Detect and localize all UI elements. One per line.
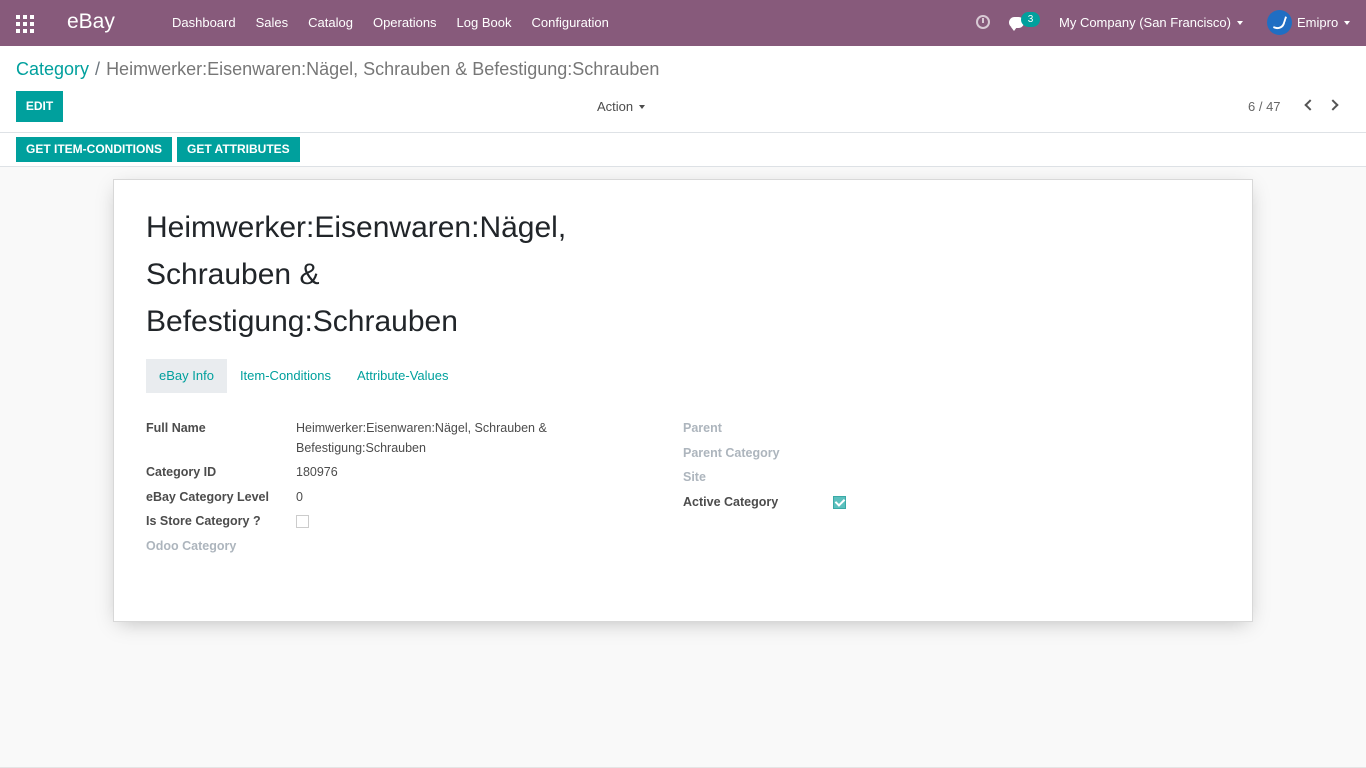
record-title-line: Schrauben & xyxy=(146,258,320,291)
user-menu[interactable]: Emipro xyxy=(1297,15,1351,30)
site-label: Site xyxy=(683,470,706,484)
main-menu: Dashboard Sales Catalog Operations Log B… xyxy=(162,0,619,46)
app-brand[interactable]: eBay xyxy=(67,10,115,34)
get-attributes-button[interactable]: GET ATTRIBUTES xyxy=(177,137,300,162)
pager-value[interactable]: 6 / 47 xyxy=(1248,99,1281,114)
full-name-line: Heimwerker:Eisenwaren:Nägel, Schrauben & xyxy=(296,421,547,435)
chat-count-badge: 3 xyxy=(1021,12,1040,27)
apps-grid-icon[interactable] xyxy=(16,15,34,33)
form-sheet: Heimwerker:Eisenwaren:Nägel, Schrauben &… xyxy=(113,179,1253,622)
menu-configuration[interactable]: Configuration xyxy=(521,0,618,46)
form-header-bar: GET ITEM-CONDITIONS GET ATTRIBUTES xyxy=(0,133,1366,167)
record-title-line: Befestigung:Schrauben xyxy=(146,305,458,338)
full-name-label: Full Name xyxy=(146,421,206,435)
category-id-label: Category ID xyxy=(146,465,217,479)
action-label: Action xyxy=(597,99,634,114)
pager-previous-button[interactable] xyxy=(1302,99,1316,113)
breadcrumb-separator: / xyxy=(95,59,101,79)
active-category-label: Active Category xyxy=(683,495,779,509)
ebay-category-level-value: 0 xyxy=(296,490,303,504)
breadcrumb: Category / Heimwerker:Eisenwaren:Nägel, Sc… xyxy=(16,59,659,80)
is-store-category-checkbox[interactable] xyxy=(296,515,309,528)
breadcrumb-category-link[interactable]: Category xyxy=(16,59,89,79)
odoo-category-label: Odoo Category xyxy=(146,539,237,553)
caret-down-icon xyxy=(1236,20,1243,25)
breadcrumb-current: Heimwerker:Eisenwaren:Nägel, Schrauben &… xyxy=(106,59,660,79)
menu-dashboard[interactable]: Dashboard xyxy=(162,0,246,46)
category-id-value: 180976 xyxy=(296,465,338,479)
user-name: Emipro xyxy=(1297,15,1339,30)
notebook-tabs: eBay Info Item-Conditions Attribute-Valu… xyxy=(146,359,462,393)
menu-catalog[interactable]: Catalog xyxy=(298,0,363,46)
chevron-left-icon xyxy=(1304,99,1316,111)
parent-category-label: Parent Category xyxy=(683,446,780,460)
control-panel: Category / Heimwerker:Eisenwaren:Nägel, Sc… xyxy=(0,46,1366,133)
active-category-checkbox[interactable] xyxy=(833,496,846,509)
pager-next-button[interactable] xyxy=(1327,99,1343,113)
menu-operations[interactable]: Operations xyxy=(363,0,447,46)
action-dropdown[interactable]: Action xyxy=(597,99,646,114)
company-switcher[interactable]: My Company (San Francisco) xyxy=(1059,15,1243,30)
get-item-conditions-button[interactable]: GET ITEM-CONDITIONS xyxy=(16,137,172,162)
caret-down-icon xyxy=(1344,20,1351,25)
caret-down-icon xyxy=(639,104,646,109)
company-name: My Company (San Francisco) xyxy=(1059,15,1231,30)
full-name-value: Heimwerker:Eisenwaren:Nägel, Schrauben &… xyxy=(296,418,596,458)
edit-button[interactable]: EDIT xyxy=(16,91,63,122)
chevron-right-icon xyxy=(1327,99,1339,111)
menu-log-book[interactable]: Log Book xyxy=(447,0,522,46)
top-navbar: eBay Dashboard Sales Catalog Operations … xyxy=(0,0,1366,46)
tab-ebay-info[interactable]: eBay Info xyxy=(146,359,227,393)
menu-sales[interactable]: Sales xyxy=(246,0,299,46)
full-name-line: Befestigung:Schrauben xyxy=(296,441,426,455)
record-title-line: Heimwerker:Eisenwaren:Nägel, xyxy=(146,211,567,244)
activity-clock-icon[interactable] xyxy=(976,15,990,29)
tab-item-conditions[interactable]: Item-Conditions xyxy=(227,359,344,393)
record-title: Heimwerker:Eisenwaren:Nägel, Schrauben &… xyxy=(146,204,606,345)
tab-attribute-values[interactable]: Attribute-Values xyxy=(344,359,462,393)
ebay-category-level-label: eBay Category Level xyxy=(146,490,269,504)
user-avatar[interactable] xyxy=(1267,10,1292,35)
is-store-category-label: Is Store Category ? xyxy=(146,514,261,528)
parent-label: Parent xyxy=(683,421,722,435)
